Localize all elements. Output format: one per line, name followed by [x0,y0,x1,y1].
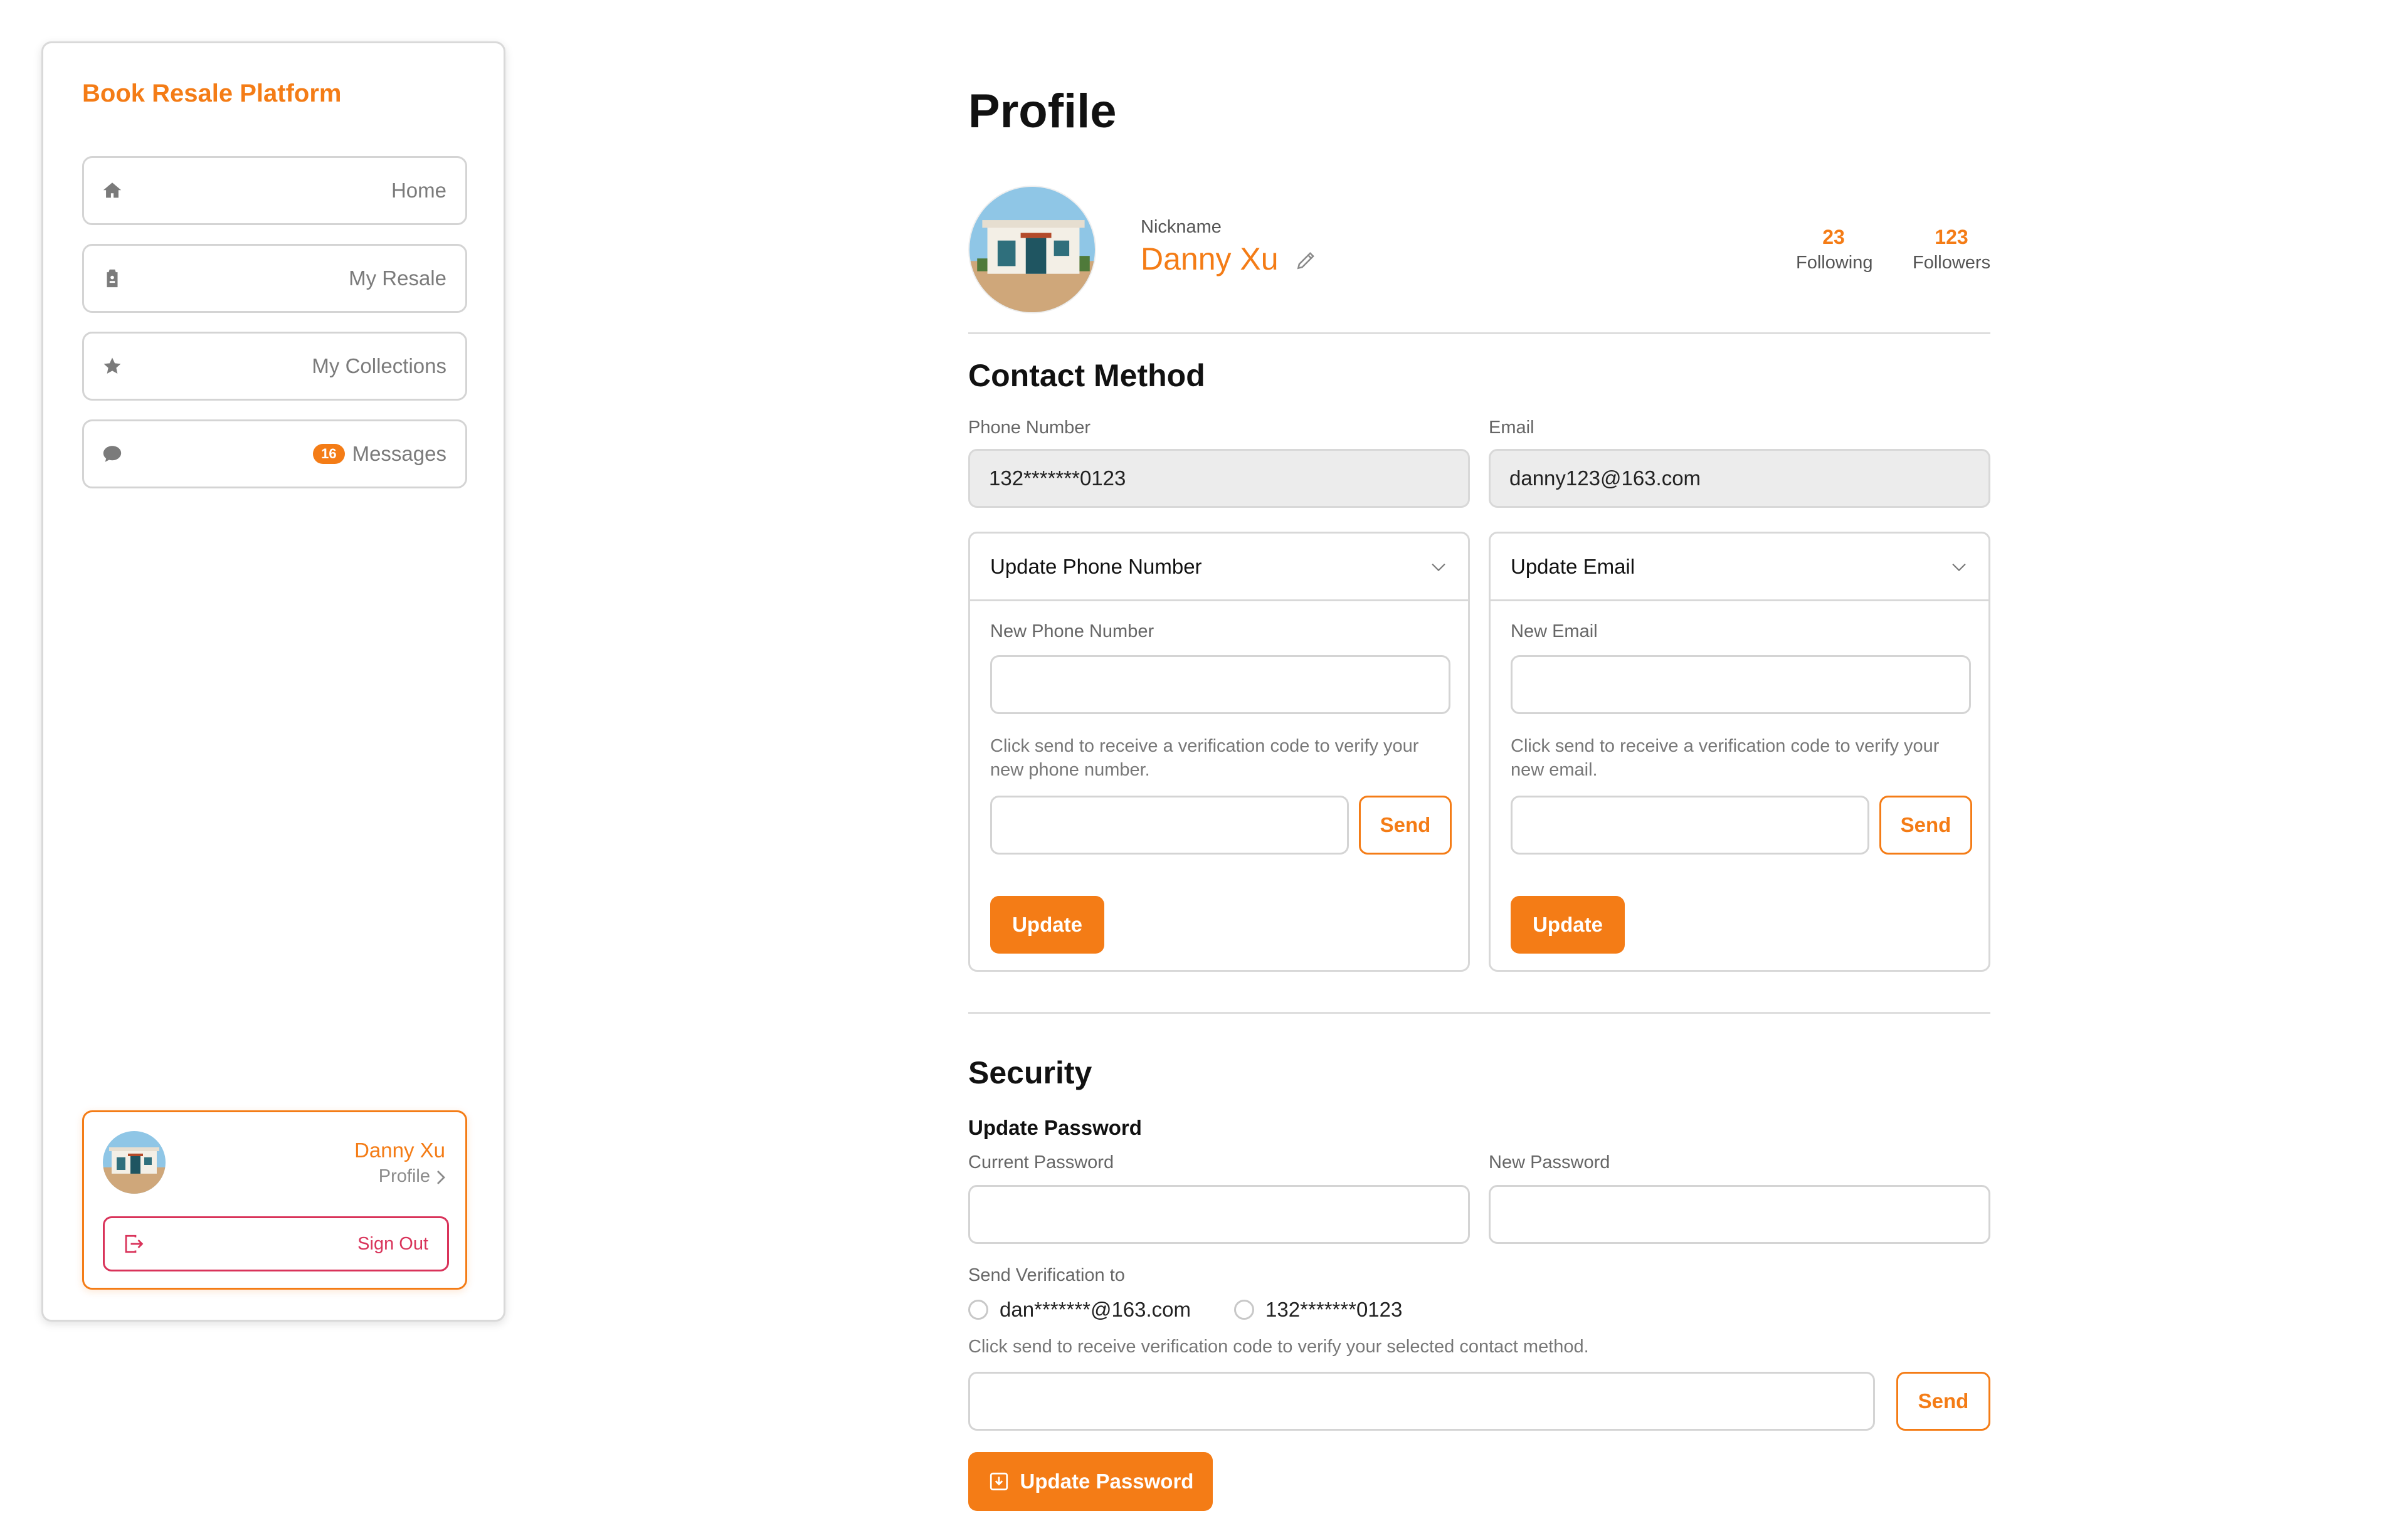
profile-link[interactable]: Profile [379,1166,430,1187]
tag-icon [107,269,118,288]
user-name: Danny Xu [354,1139,445,1162]
followers-count: 123 [1935,226,1968,248]
avatar[interactable] [103,1131,166,1194]
new-email-input[interactable] [1511,655,1971,714]
chevron-right-icon [437,1171,445,1184]
nav-item-my-collections[interactable]: My Collections [82,332,467,401]
divider [968,1012,1990,1014]
radio-button[interactable] [968,1300,988,1320]
phone-send-button[interactable]: Send [1359,796,1452,855]
new-password-label: New Password [1489,1152,1610,1172]
nav-item-home[interactable]: Home [82,156,467,225]
update-phone-header[interactable]: Update Phone Number [970,534,1468,601]
phone-update-button[interactable]: Update [990,896,1104,954]
email-code-input[interactable] [1511,796,1869,855]
user-card[interactable]: Danny Xu Profile Sign Out [82,1110,467,1290]
email-send-button[interactable]: Send [1879,796,1972,855]
send-verification-label: Send Verification to [968,1265,1125,1285]
followers-stat[interactable]: 123 Followers [1913,226,1990,273]
phone-code-input[interactable] [990,796,1349,855]
update-password-button[interactable]: Update Password [968,1452,1213,1511]
new-password-input[interactable] [1489,1185,1990,1244]
update-email-panel: Update Email New Email Click send to rec… [1489,532,1990,972]
phone-label: Phone Number [968,418,1091,438]
radio-option-phone[interactable]: 132*******0123 [1234,1298,1402,1322]
unread-badge: 16 [313,444,345,464]
house-photo-icon [969,187,1095,312]
phone-display: 132*******0123 [968,449,1470,508]
house-photo-icon [103,1131,166,1194]
update-phone-panel: Update Phone Number New Phone Number Cli… [968,532,1470,972]
chevron-down-icon [1432,563,1445,571]
nav-item-label: Messages [352,442,446,465]
contact-section-title: Contact Method [968,358,1205,393]
following-count: 23 [1822,226,1845,248]
sidebar: Book Resale Platform Home My Resale My C… [41,41,505,1322]
chevron-down-icon [1952,563,1966,571]
radio-option-email[interactable]: dan*******@163.com [968,1298,1191,1322]
nav-item-messages[interactable]: 16 Messages [82,419,467,488]
radio-label: dan*******@163.com [1000,1298,1191,1321]
following-stat[interactable]: 23 Following [1796,226,1873,273]
new-phone-label: New Phone Number [990,621,1154,641]
divider [968,332,1990,334]
nickname-label: Nickname [1141,217,1222,237]
email-display: danny123@163.com [1489,449,1990,508]
update-email-header[interactable]: Update Email [1491,534,1988,601]
logout-icon [125,1234,144,1253]
security-verify-hint: Click send to receive verification code … [968,1337,1589,1357]
email-label: Email [1489,418,1534,438]
nav-item-label: My Collections [312,354,446,377]
following-label: Following [1796,253,1873,273]
sign-out-button[interactable]: Sign Out [103,1216,449,1271]
security-code-input[interactable] [968,1372,1875,1431]
update-email-title: Update Email [1511,554,1635,578]
sign-out-label: Sign Out [357,1233,428,1254]
nav-item-label: Home [391,179,446,202]
nav-item-my-resale[interactable]: My Resale [82,244,467,313]
chat-icon [103,446,122,462]
main-content: Profile Nickname Danny Xu 23 Following 1… [968,0,1990,1521]
profile-avatar[interactable] [968,186,1096,313]
radio-button[interactable] [1234,1300,1254,1320]
update-phone-title: Update Phone Number [990,554,1202,578]
nickname-value: Danny Xu [1141,241,1279,276]
page-title: Profile [968,85,1117,138]
update-password-subtitle: Update Password [968,1116,1142,1139]
brand-title: Book Resale Platform [82,80,342,107]
new-email-label: New Email [1511,621,1598,641]
home-icon [103,182,122,198]
phone-verify-hint: Click send to receive a verification cod… [990,736,1419,780]
security-section-title: Security [968,1055,1092,1090]
star-icon [103,357,121,374]
new-phone-input[interactable] [990,655,1450,714]
update-password-label: Update Password [1020,1470,1194,1493]
radio-label: 132*******0123 [1265,1298,1403,1321]
pencil-icon[interactable] [1294,248,1318,272]
email-verify-hint: Click send to receive a verification cod… [1511,736,1940,780]
followers-label: Followers [1913,253,1991,273]
current-password-label: Current Password [968,1152,1114,1172]
email-update-button[interactable]: Update [1511,896,1625,954]
nav-item-label: My Resale [349,266,446,290]
save-icon [990,1472,1008,1491]
security-send-button[interactable]: Send [1896,1372,1990,1431]
current-password-input[interactable] [968,1185,1470,1244]
